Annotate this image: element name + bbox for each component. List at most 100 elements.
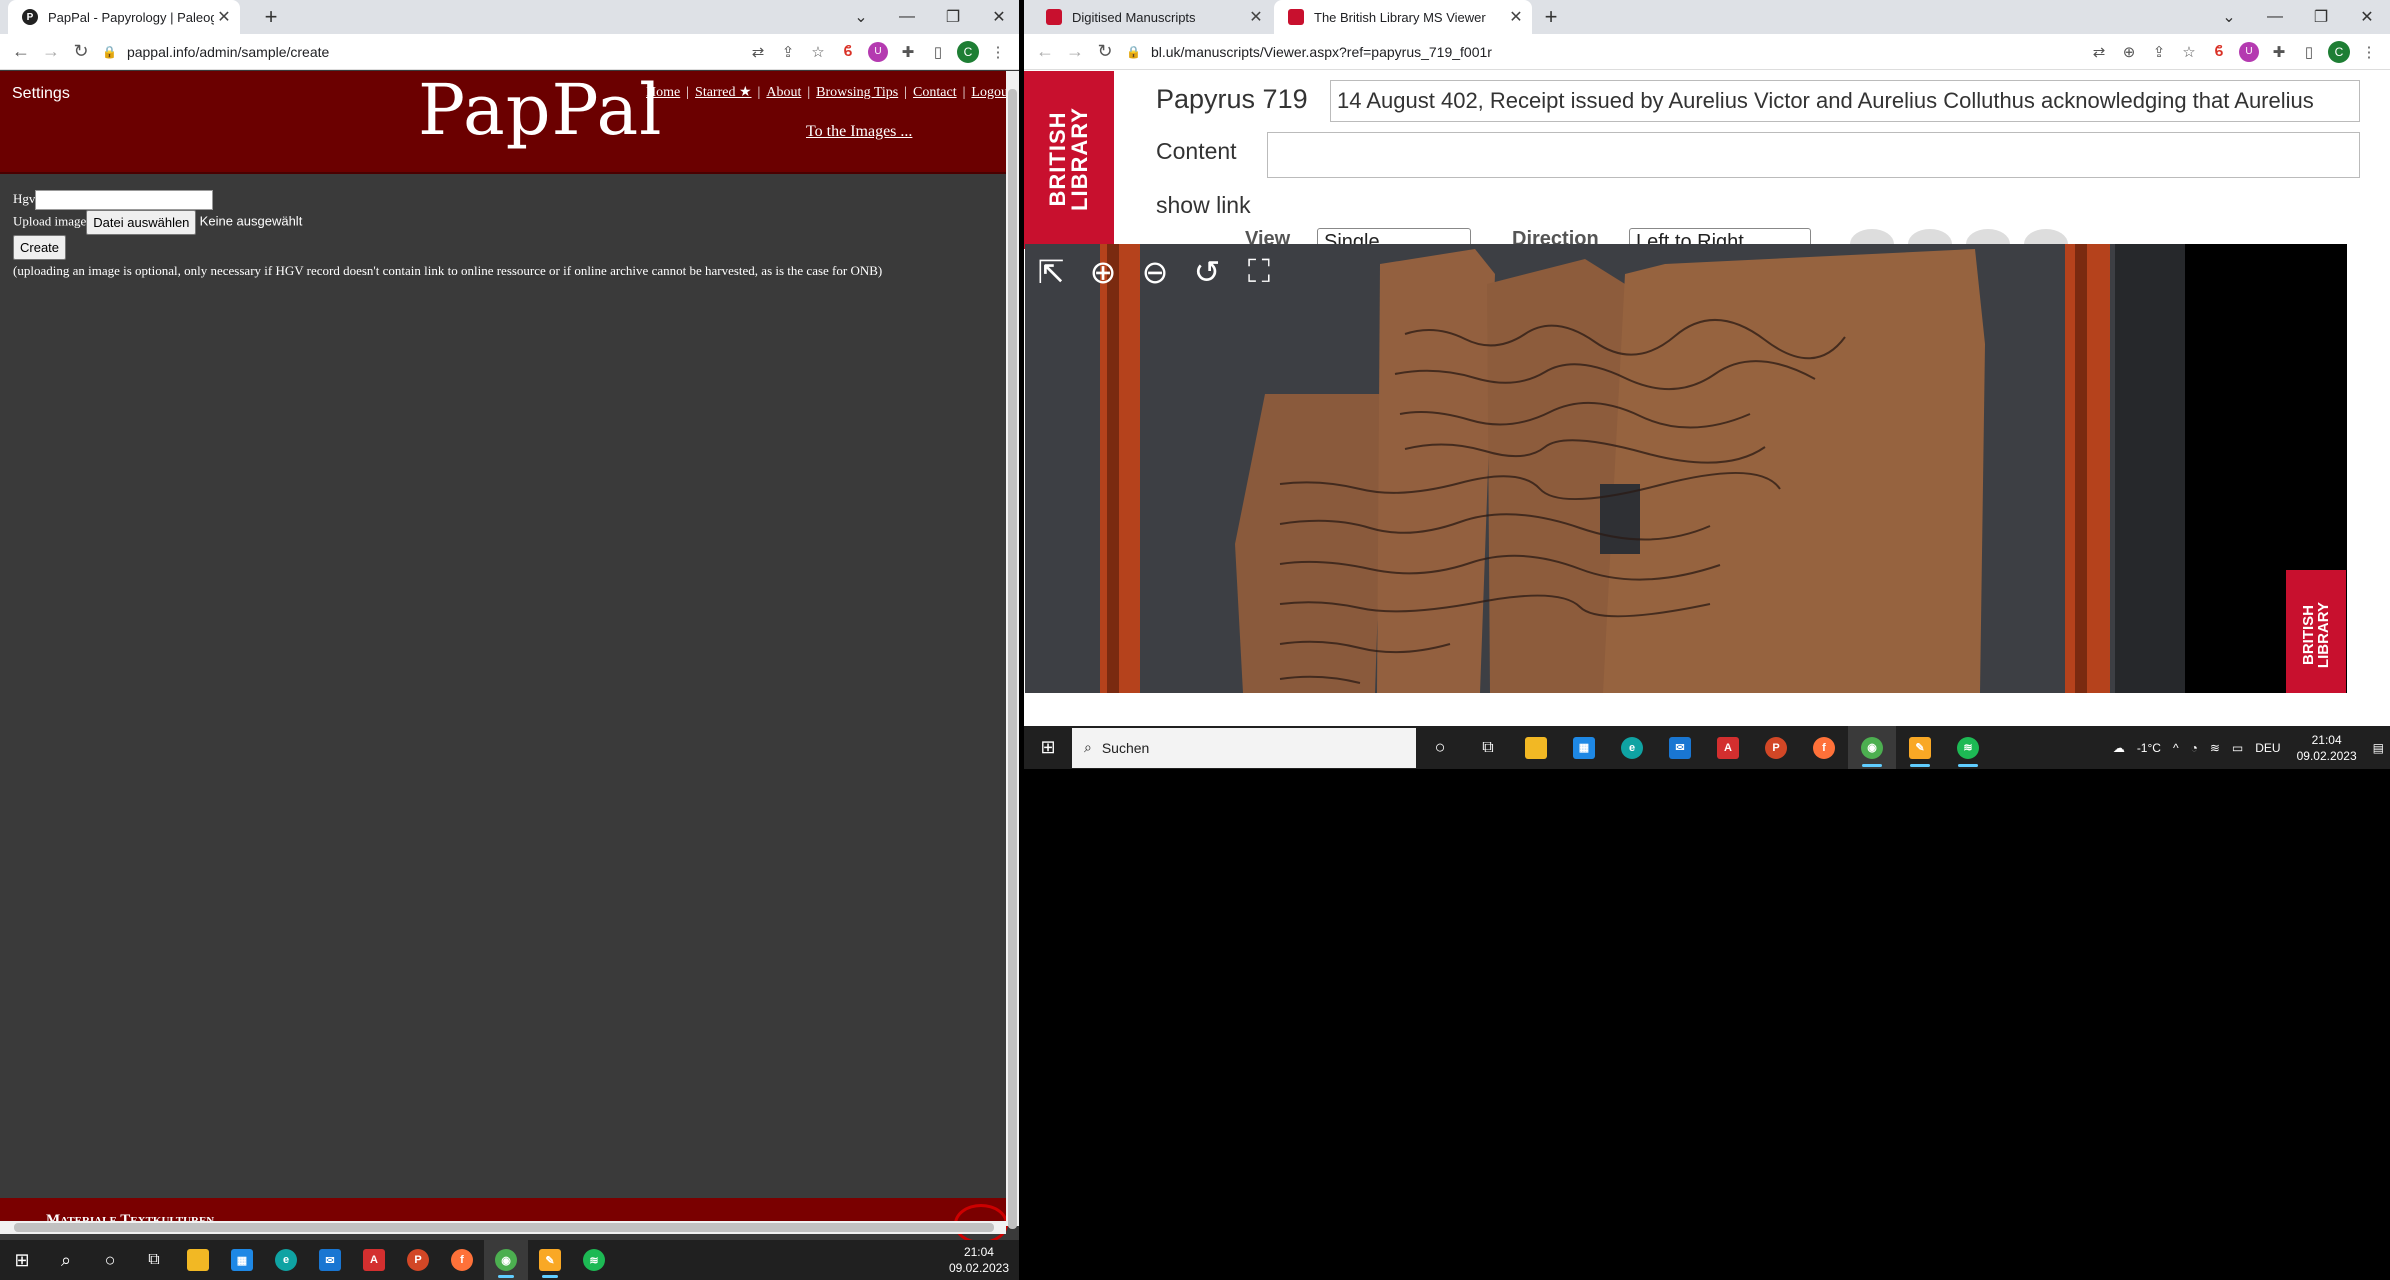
- search-icon[interactable]: ⌕: [44, 1240, 88, 1280]
- store-icon[interactable]: ▦: [220, 1240, 264, 1280]
- firefox-icon[interactable]: f: [440, 1240, 484, 1280]
- extension-red-icon[interactable]: ϐ: [2204, 37, 2234, 67]
- content-field[interactable]: [1267, 132, 2360, 178]
- next-page-button[interactable]: [1966, 229, 2010, 244]
- profile-avatar[interactable]: C: [957, 40, 979, 63]
- edge-icon[interactable]: e: [1608, 726, 1656, 769]
- exit-viewer-icon[interactable]: ⇱: [1029, 250, 1073, 294]
- scrollbar-thumb[interactable]: [14, 1223, 994, 1232]
- mail-icon[interactable]: ✉: [1656, 726, 1704, 769]
- task-view-icon[interactable]: ⧉: [132, 1240, 176, 1280]
- wifi-icon[interactable]: ≋: [2204, 741, 2226, 755]
- new-tab-button[interactable]: +: [1536, 0, 1566, 34]
- tab-pappal[interactable]: P PapPal - Papyrology | Paleograph ✕: [8, 0, 240, 34]
- address-bar[interactable]: 🔒 pappal.info/admin/sample/create: [102, 44, 743, 60]
- extension-purple-icon[interactable]: U: [868, 41, 888, 62]
- nav-contact[interactable]: Contact: [913, 85, 957, 100]
- zoom-icon[interactable]: ⊕: [2114, 37, 2144, 67]
- mail-icon[interactable]: ✉: [308, 1240, 352, 1280]
- weather-icon[interactable]: ☁: [2107, 741, 2131, 755]
- manuscript-image-viewer[interactable]: ⇱ ⊕ ⊖ ↺ ⛶: [1025, 244, 2347, 693]
- pappal-logo[interactable]: PapPal: [418, 69, 663, 151]
- tray-chevron-icon[interactable]: ^: [2167, 741, 2185, 755]
- sidepanel-icon[interactable]: ▯: [923, 37, 953, 67]
- choose-file-button[interactable]: Datei auswählen: [86, 210, 197, 236]
- show-link[interactable]: show link: [1156, 192, 1251, 219]
- new-tab-button[interactable]: +: [256, 0, 286, 34]
- close-window-icon[interactable]: ✕: [2344, 0, 2390, 34]
- network-icon[interactable]: ◔: [2185, 741, 2204, 755]
- chevron-down-icon[interactable]: ⌄: [838, 0, 884, 34]
- file-explorer-icon[interactable]: [176, 1240, 220, 1280]
- chrome-icon[interactable]: ◉: [484, 1240, 528, 1280]
- taskbar-search-box[interactable]: ⌕ Suchen: [1072, 727, 1416, 768]
- acrobat-icon[interactable]: A: [1704, 726, 1752, 769]
- restore-icon[interactable]: ❐: [930, 0, 976, 34]
- notes-app-icon[interactable]: ✎: [528, 1240, 572, 1280]
- share-icon[interactable]: ⇪: [773, 37, 803, 67]
- notifications-icon[interactable]: ▤: [2367, 741, 2390, 755]
- extension-purple-icon[interactable]: U: [2239, 41, 2259, 62]
- forward-icon[interactable]: →: [1060, 41, 1090, 62]
- british-library-logo[interactable]: BRITISH LIBRARY: [1024, 71, 1114, 249]
- create-button[interactable]: Create: [13, 235, 67, 261]
- minimize-icon[interactable]: —: [2252, 0, 2298, 34]
- file-explorer-icon[interactable]: [1512, 726, 1560, 769]
- cortana-icon[interactable]: ○: [88, 1240, 132, 1280]
- zoom-in-icon[interactable]: ⊕: [1081, 250, 1125, 294]
- language-indicator[interactable]: DEU: [2249, 741, 2286, 755]
- back-icon[interactable]: ←: [6, 41, 36, 62]
- close-tab-icon[interactable]: ✕: [214, 7, 234, 27]
- profile-avatar[interactable]: C: [2328, 40, 2350, 63]
- rotate-icon[interactable]: ↺: [1185, 250, 1229, 294]
- zoom-out-icon[interactable]: ⊖: [1133, 250, 1177, 294]
- windows-start-icon[interactable]: ⊞: [1024, 726, 1072, 769]
- menu-dots-icon[interactable]: ⋮: [983, 37, 1013, 67]
- menu-dots-icon[interactable]: ⋮: [2354, 37, 2384, 67]
- share-icon[interactable]: ⇪: [2144, 37, 2174, 67]
- reload-icon[interactable]: ↻: [1090, 41, 1120, 62]
- nav-browsing-tips[interactable]: Browsing Tips: [816, 85, 898, 100]
- battery-icon[interactable]: ▭: [2226, 741, 2249, 755]
- weather-temp[interactable]: -1°C: [2131, 741, 2167, 755]
- translate-icon[interactable]: ⇄: [2084, 37, 2114, 67]
- vertical-scrollbar[interactable]: [1006, 71, 1019, 1229]
- close-window-icon[interactable]: ✕: [976, 0, 1019, 34]
- sidepanel-icon[interactable]: ▯: [2294, 37, 2324, 67]
- powerpoint-icon[interactable]: P: [396, 1240, 440, 1280]
- system-clock[interactable]: 21:04 09.02.2023: [2287, 732, 2367, 764]
- chrome-icon[interactable]: ◉: [1848, 726, 1896, 769]
- spotify-icon[interactable]: ≋: [572, 1240, 616, 1280]
- horizontal-scrollbar[interactable]: [0, 1221, 1006, 1234]
- forward-icon[interactable]: →: [36, 41, 66, 62]
- settings-link[interactable]: Settings: [12, 85, 70, 103]
- system-clock[interactable]: 21:04 09.02.2023: [939, 1244, 1019, 1276]
- translate-icon[interactable]: ⇄: [743, 37, 773, 67]
- address-bar[interactable]: 🔒 bl.uk/manuscripts/Viewer.aspx?ref=papy…: [1126, 44, 2084, 60]
- cortana-icon[interactable]: ○: [1416, 726, 1464, 769]
- reload-icon[interactable]: ↻: [66, 41, 96, 62]
- store-icon[interactable]: ▦: [1560, 726, 1608, 769]
- nav-starred[interactable]: Starred ★: [695, 85, 751, 100]
- minimize-icon[interactable]: —: [884, 0, 930, 34]
- notes-app-icon[interactable]: ✎: [1896, 726, 1944, 769]
- chevron-down-icon[interactable]: ⌄: [2206, 0, 2252, 34]
- hgv-input[interactable]: [35, 190, 214, 211]
- bookmark-star-icon[interactable]: ☆: [803, 37, 833, 67]
- scrollbar-thumb[interactable]: [1008, 89, 1017, 1229]
- fullscreen-icon[interactable]: ⛶: [1237, 250, 1281, 294]
- tab-bl-ms-viewer[interactable]: The British Library MS Viewer ✕: [1274, 0, 1532, 34]
- extensions-puzzle-icon[interactable]: ✚: [893, 37, 923, 67]
- restore-icon[interactable]: ❐: [2298, 0, 2344, 34]
- extension-red-icon[interactable]: ϐ: [833, 37, 863, 67]
- view-select[interactable]: Single: [1317, 228, 1471, 244]
- first-page-button[interactable]: [1850, 229, 1894, 244]
- powerpoint-icon[interactable]: P: [1752, 726, 1800, 769]
- edge-icon[interactable]: e: [264, 1240, 308, 1280]
- nav-home[interactable]: Home: [646, 85, 680, 100]
- task-view-icon[interactable]: ⧉: [1464, 726, 1512, 769]
- close-tab-icon[interactable]: ✕: [1506, 7, 1526, 27]
- acrobat-icon[interactable]: A: [352, 1240, 396, 1280]
- nav-about[interactable]: About: [766, 85, 801, 100]
- spotify-icon[interactable]: ≋: [1944, 726, 1992, 769]
